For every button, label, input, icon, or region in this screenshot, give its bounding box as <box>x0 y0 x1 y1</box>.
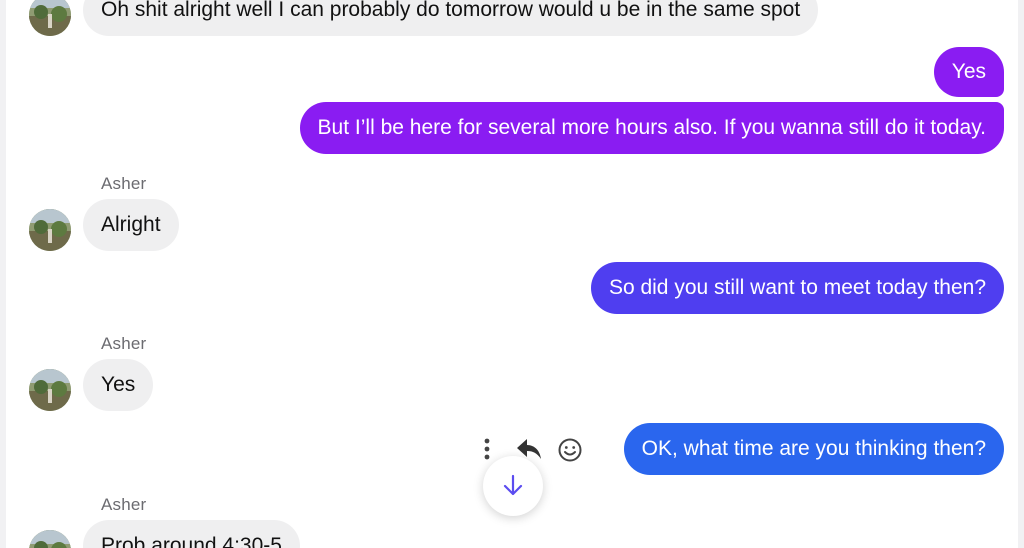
message-bubble-incoming[interactable]: Oh shit alright well I can probably do t… <box>83 0 819 36</box>
message-bubble-outgoing[interactable]: OK, what time are you thinking then? <box>623 423 1004 475</box>
message-bubble-outgoing[interactable]: So did you still want to meet today then… <box>590 262 1004 314</box>
message-bubble-incoming[interactable]: Prob around 4:30-5 <box>83 520 300 548</box>
smiley-icon[interactable] <box>557 437 583 468</box>
avatar[interactable] <box>29 0 71 36</box>
sender-name: Asher <box>101 495 147 514</box>
avatar-photo <box>29 369 71 411</box>
message-bubble-outgoing[interactable]: Yes <box>933 47 1004 97</box>
message-bubble-outgoing[interactable]: But I’ll be here for several more hours … <box>299 102 1004 154</box>
message-bubble-incoming[interactable]: Yes <box>83 359 154 411</box>
avatar-photo <box>29 530 71 548</box>
message-bubble-incoming[interactable]: Alright <box>83 199 179 251</box>
arrow-down-icon <box>503 474 523 496</box>
avatar-photo <box>29 209 71 251</box>
avatar[interactable] <box>29 369 71 411</box>
avatar-photo <box>29 0 71 36</box>
left-edge <box>0 0 6 548</box>
avatar[interactable] <box>29 209 71 251</box>
sender-name: Asher <box>101 174 147 193</box>
scroll-to-bottom-button[interactable] <box>483 456 543 516</box>
chat-thread: Oh shit alright well I can probably do t… <box>0 0 1024 548</box>
sender-name: Asher <box>101 334 147 353</box>
right-edge <box>1018 0 1024 548</box>
avatar[interactable] <box>29 530 71 548</box>
